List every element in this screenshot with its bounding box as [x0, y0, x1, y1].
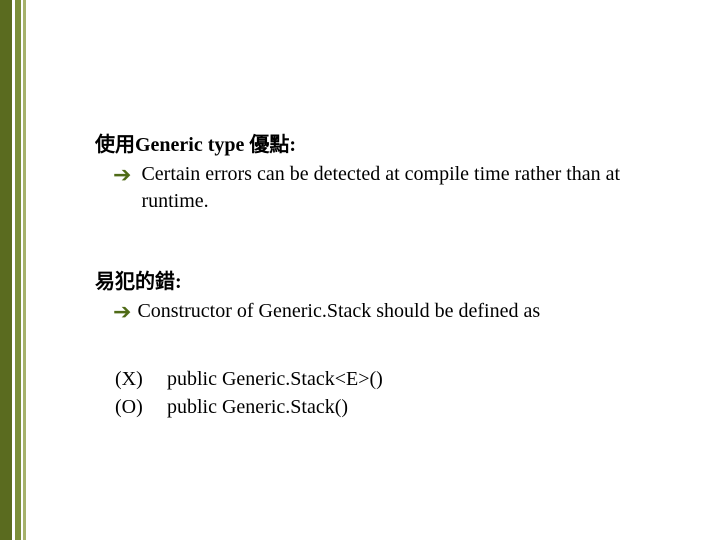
stripe-dark	[0, 0, 12, 540]
side-accent-stripes	[0, 0, 26, 540]
stripe-light	[23, 0, 26, 540]
example-right-code: public Generic.Stack()	[167, 393, 660, 421]
section2: 易犯的錯: ➔ Constructor of Generic.Stack sho…	[95, 269, 660, 327]
section1-heading: 使用Generic type 優點:	[95, 132, 660, 159]
arrow-icon: ➔	[113, 161, 131, 215]
example-right-row: (O) public Generic.Stack()	[115, 393, 660, 421]
section1-bullet-text: Certain errors can be detected at compil…	[141, 161, 660, 215]
section1-bullet-row: ➔ Certain errors can be detected at comp…	[95, 161, 660, 215]
example-wrong-row: (X) public Generic.Stack<E>()	[115, 365, 660, 393]
example-wrong-code: public Generic.Stack<E>()	[167, 365, 660, 393]
section2-bullet-row: ➔ Constructor of Generic.Stack should be…	[95, 298, 660, 327]
slide-content: 使用Generic type 優點: ➔ Certain errors can …	[95, 132, 660, 421]
example-right-mark: (O)	[115, 393, 167, 421]
section2-bullet-text: Constructor of Generic.Stack should be d…	[137, 298, 660, 327]
examples-block: (X) public Generic.Stack<E>() (O) public…	[115, 365, 660, 421]
example-wrong-mark: (X)	[115, 365, 167, 393]
section2-heading: 易犯的錯:	[95, 269, 660, 296]
arrow-icon: ➔	[113, 298, 131, 327]
